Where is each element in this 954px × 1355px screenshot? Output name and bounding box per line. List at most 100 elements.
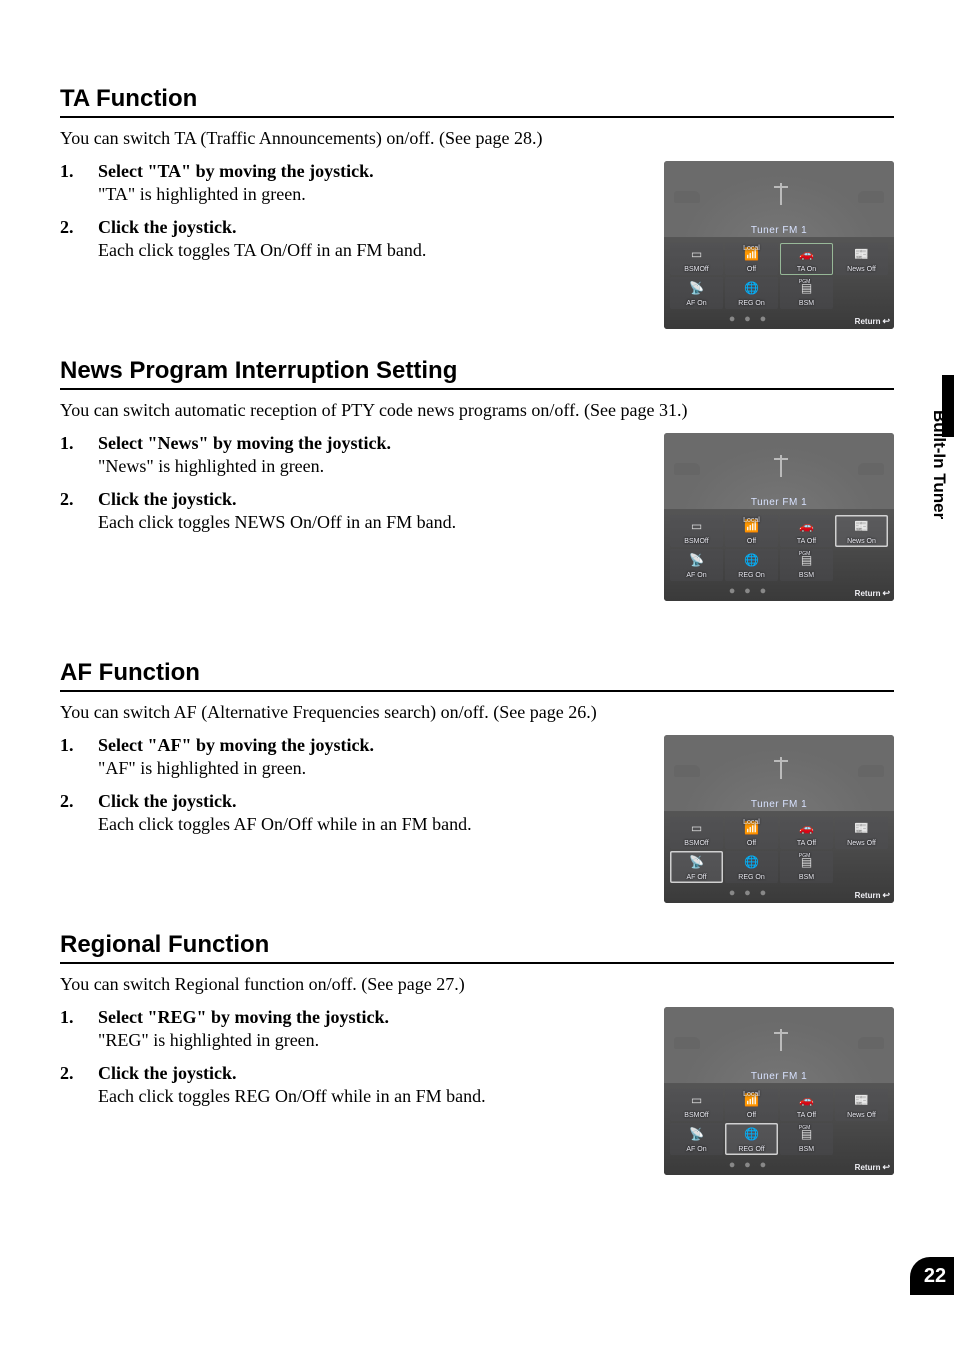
step-item: Click the joystick. Each click toggles A… [60,791,644,835]
tile-bsm-off: ▭ BSMOff [670,243,723,275]
tile-reg: 🌐 REG On [725,851,778,883]
tile-af: 📡 AF On [670,549,723,581]
section-intro: You can switch automatic reception of PT… [60,400,894,421]
section-intro: You can switch AF (Alternative Frequenci… [60,702,894,723]
car-icon: 🚗 [799,1089,814,1112]
step-title: Select "TA" by moving the joystick. [98,161,644,182]
tile-af: 📡 AF On [670,277,723,309]
tuner-mode-label: Tuner FM 1 [664,497,894,508]
step-title: Click the joystick. [98,217,644,238]
tile-bsm: ▤ BSM [780,277,833,309]
step-description: Each click toggles NEWS On/Off in an FM … [98,512,644,533]
tile-empty [835,851,888,883]
tile-af: 📡 AF Off [670,851,723,883]
menu-screenshot: Tuner FM 1 ▭ BSMOff Local 📶 Off 🚗 TA On … [664,161,894,329]
menu-screenshot: Tuner FM 1 ▭ BSMOff Local 📶 Off 🚗 TA Off… [664,1007,894,1175]
section-heading: AF Function [60,659,894,692]
globe-icon: 🌐 [744,549,759,572]
tile-empty [835,549,888,581]
tile-bsm-off: ▭ BSMOff [670,1089,723,1121]
return-label: Return [855,316,890,327]
tile-news: 📰 News Off [835,1089,888,1121]
news-icon: 📰 [854,1089,869,1112]
return-label: Return [855,1162,890,1173]
tile-empty [835,277,888,309]
step-item: Select "TA" by moving the joystick. "TA"… [60,161,644,205]
tile-local: Local 📶 Off [725,1089,778,1121]
tile-reg: 🌐 REG Off [725,1123,778,1155]
tile-bsm: ▤ BSM [780,851,833,883]
tile-news: 📰 News On [835,515,888,547]
tile-ta: 🚗 TA Off [780,817,833,849]
section: Regional Function You can switch Regiona… [60,931,894,1175]
step-description: "REG" is highlighted in green. [98,1030,644,1051]
car-icon: 🚗 [799,515,814,538]
section-intro: You can switch Regional function on/off.… [60,974,894,995]
tile-ta: 🚗 TA On [780,243,833,275]
antenna-icon: 📡 [689,277,704,300]
step-description: Each click toggles AF On/Off while in an… [98,814,644,835]
globe-icon: 🌐 [744,1123,759,1146]
page-number-badge: 22 [910,1257,954,1295]
menu-screenshot: Tuner FM 1 ▭ BSMOff Local 📶 Off 🚗 TA Off… [664,735,894,903]
globe-icon: 🌐 [744,851,759,874]
radio-icon: ▭ [691,1089,702,1112]
tuner-mode-label: Tuner FM 1 [664,1071,894,1082]
globe-icon: 🌐 [744,277,759,300]
tile-local: Local 📶 Off [725,243,778,275]
tile-reg: 🌐 REG On [725,549,778,581]
tile-ta: 🚗 TA Off [780,1089,833,1121]
tile-empty [835,1123,888,1155]
section-heading: Regional Function [60,931,894,964]
tile-news: 📰 News Off [835,817,888,849]
menu-screenshot: Tuner FM 1 ▭ BSMOff Local 📶 Off 🚗 TA Off… [664,433,894,601]
radio-icon: ▭ [691,817,702,840]
tile-bsm-off: ▭ BSMOff [670,515,723,547]
side-tab: Built-In Tuner [924,380,954,550]
return-label: Return [855,588,890,599]
step-description: "TA" is highlighted in green. [98,184,644,205]
step-list: Select "News" by moving the joystick. "N… [60,433,644,533]
step-title: Select "AF" by moving the joystick. [98,735,644,756]
return-label: Return [855,890,890,901]
tile-local: Local 📶 Off [725,817,778,849]
radio-icon: ▭ [691,515,702,538]
news-icon: 📰 [854,817,869,840]
antenna-icon: 📡 [689,1123,704,1146]
tile-news: 📰 News Off [835,243,888,275]
step-title: Click the joystick. [98,489,644,510]
page-number: 22 [924,1265,946,1288]
section-heading: TA Function [60,85,894,118]
car-icon: 🚗 [799,817,814,840]
step-item: Select "AF" by moving the joystick. "AF"… [60,735,644,779]
side-tab-label: Built-In Tuner [929,410,949,519]
step-title: Click the joystick. [98,1063,644,1084]
tile-reg: 🌐 REG On [725,277,778,309]
section: AF Function You can switch AF (Alternati… [60,659,894,903]
section: TA Function You can switch TA (Traffic A… [60,85,894,329]
tile-bsm: ▤ BSM [780,549,833,581]
step-title: Select "News" by moving the joystick. [98,433,644,454]
tile-af: 📡 AF On [670,1123,723,1155]
car-icon: 🚗 [799,243,814,266]
radio-icon: ▭ [691,243,702,266]
step-list: Select "AF" by moving the joystick. "AF"… [60,735,644,835]
step-item: Click the joystick. Each click toggles N… [60,489,644,533]
step-list: Select "REG" by moving the joystick. "RE… [60,1007,644,1107]
news-icon: 📰 [854,243,869,266]
step-item: Click the joystick. Each click toggles R… [60,1063,644,1107]
antenna-icon: 📡 [689,851,704,874]
step-description: "News" is highlighted in green. [98,456,644,477]
section-heading: News Program Interruption Setting [60,357,894,390]
tuner-mode-label: Tuner FM 1 [664,799,894,810]
tile-bsm-off: ▭ BSMOff [670,817,723,849]
section: News Program Interruption Setting You ca… [60,357,894,601]
step-list: Select "TA" by moving the joystick. "TA"… [60,161,644,261]
antenna-icon: 📡 [689,549,704,572]
step-description: Each click toggles TA On/Off in an FM ba… [98,240,644,261]
tile-local: Local 📶 Off [725,515,778,547]
section-intro: You can switch TA (Traffic Announcements… [60,128,894,149]
tuner-mode-label: Tuner FM 1 [664,225,894,236]
step-item: Select "REG" by moving the joystick. "RE… [60,1007,644,1051]
tile-ta: 🚗 TA Off [780,515,833,547]
